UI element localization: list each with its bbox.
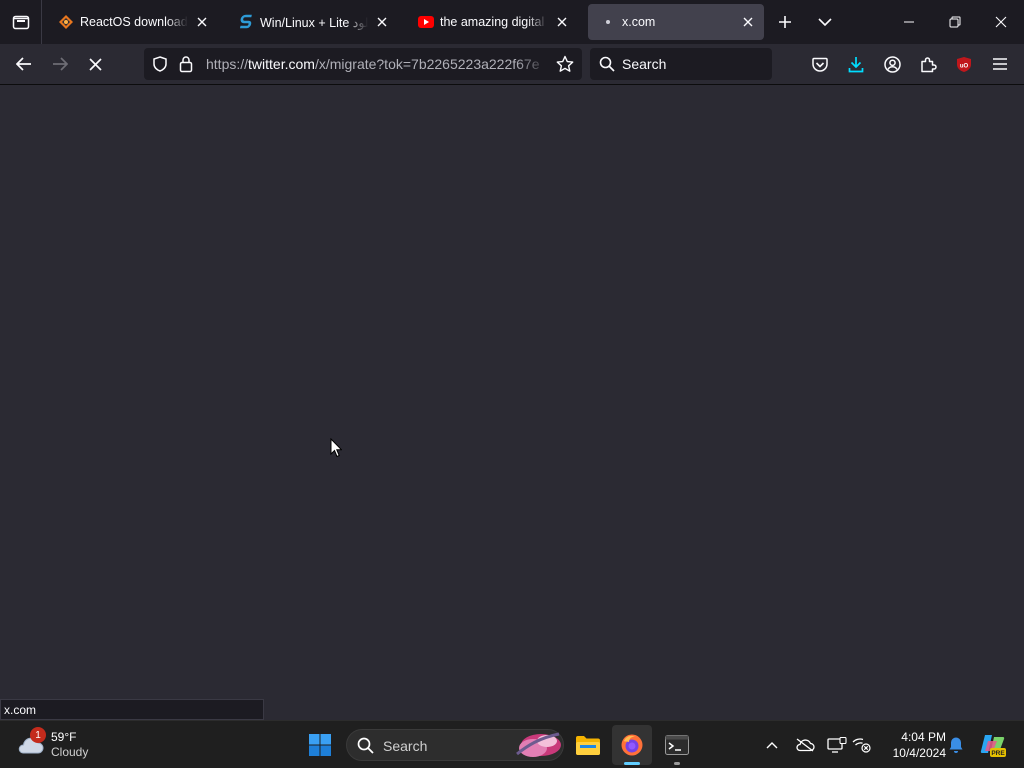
pocket-icon [812,57,828,72]
notifications-button[interactable] [944,733,968,757]
restore-button[interactable] [932,0,978,44]
taskbar-clock[interactable]: 4:04 PM 10/4/2024 [880,729,946,761]
windows-logo-icon [309,734,331,756]
search-highlight-image [513,728,563,767]
youtube-icon [418,14,434,30]
weather-widget[interactable]: 1 59°F Cloudy [16,727,126,763]
monitor-icon [827,737,847,753]
hamburger-menu-icon [993,58,1007,70]
list-all-tabs-button[interactable] [811,8,839,36]
mouse-cursor-icon [330,437,343,463]
minimize-button[interactable] [886,0,932,44]
new-tab-button[interactable] [771,8,799,36]
arrow-left-icon [16,57,31,71]
address-bar[interactable]: https://twitter.com/x/migrate?tok=7b2265… [144,48,582,80]
shield-icon[interactable] [152,56,168,77]
show-hidden-icons-button[interactable] [760,733,784,757]
tab-youtube[interactable]: the amazing digital circ [406,4,578,40]
taskbar-search-label: Search [383,738,428,754]
copilot-button[interactable]: PRE [979,731,1007,759]
url-prefix: https:// [206,56,249,72]
close-tab-icon[interactable] [740,14,756,30]
url-path: /x/migrate?tok=7b2265223a222f67e [314,56,540,72]
weather-badge: 1 [30,727,46,743]
pocket-button[interactable] [805,49,835,79]
search-placeholder: Search [622,56,667,72]
tab-title: ReactOS download | So [80,15,188,29]
search-icon [599,56,615,77]
firefox-view-icon [12,15,29,30]
bell-icon [949,737,963,753]
ublock-origin-button[interactable]: uO [949,49,979,79]
clock-time: 4:04 PM [901,730,946,744]
minimize-icon [904,21,914,23]
url-text[interactable]: https://twitter.com/x/migrate?tok=7b2265… [206,56,550,72]
navigation-toolbar: https://twitter.com/x/migrate?tok=7b2265… [0,44,1024,85]
restore-icon [949,16,961,28]
windows-taskbar: 1 59°F Cloudy Search 4:04 PM 10/4/2024 P… [0,720,1024,768]
tab-bar: ReactOS download | So Win/Linux + Lite د… [0,0,1024,44]
display-tray-button[interactable] [825,733,849,757]
chevron-down-icon [818,18,832,27]
terminal-icon [665,735,689,755]
chevron-up-icon [766,742,778,749]
account-icon [883,55,901,73]
search-bar[interactable]: Search [590,48,772,80]
url-host: twitter.com [248,56,315,72]
close-window-button[interactable] [978,0,1024,44]
svg-text:uO: uO [960,63,969,69]
extensions-button[interactable] [913,49,943,79]
copilot-icon: PRE [980,735,1006,757]
network-tray-button[interactable] [850,733,874,757]
active-app-indicator [624,762,640,765]
firefox-view-button[interactable] [0,0,42,44]
running-app-indicator [674,762,680,765]
app-menu-button[interactable] [985,49,1015,79]
weather-temperature: 59°F [51,730,77,744]
cloud-offline-icon [796,738,815,752]
onedrive-tray-button[interactable] [793,733,817,757]
stop-button[interactable] [80,49,110,79]
site-s-icon [238,14,254,30]
plus-icon [779,16,791,28]
firefox-icon [621,734,643,756]
ublock-origin-icon: uO [957,56,971,72]
firefox-taskbar-button[interactable] [612,725,652,765]
tab-title: x.com [622,15,656,29]
back-button[interactable] [9,49,39,79]
stop-icon [88,57,102,71]
folder-icon [576,736,600,755]
tab-title: Win/Linux + Lite دانلود [260,15,368,30]
page-content[interactable] [0,85,1024,720]
loading-dot-icon [600,14,616,30]
arrow-right-icon [53,57,68,71]
downloads-button[interactable] [841,49,871,79]
bookmark-star-icon[interactable] [556,55,574,78]
reactos-icon [58,14,74,30]
download-icon [848,56,864,72]
file-explorer-button[interactable] [568,725,608,765]
taskbar-search-box[interactable]: Search [346,729,564,761]
network-disconnected-icon [852,738,871,753]
tab-x-com[interactable]: x.com [588,4,764,40]
close-tab-icon[interactable] [374,14,390,30]
terminal-taskbar-button[interactable] [657,725,697,765]
clock-date: 10/4/2024 [892,746,946,760]
close-tab-icon[interactable] [554,14,570,30]
weather-condition: Cloudy [51,745,89,759]
tab-reactos[interactable]: ReactOS download | So [46,4,218,40]
start-button[interactable] [300,725,340,765]
account-button[interactable] [877,49,907,79]
tab-title: the amazing digital circ [440,15,548,29]
search-icon [357,737,374,759]
lock-icon[interactable] [179,55,193,78]
tab-win-linux[interactable]: Win/Linux + Lite دانلود [226,4,398,40]
status-panel: x.com [0,699,264,720]
forward-button[interactable] [45,49,75,79]
copilot-badge: PRE [991,750,1005,757]
close-tab-icon[interactable] [194,14,210,30]
close-icon [995,16,1007,28]
puzzle-piece-icon [920,56,937,72]
